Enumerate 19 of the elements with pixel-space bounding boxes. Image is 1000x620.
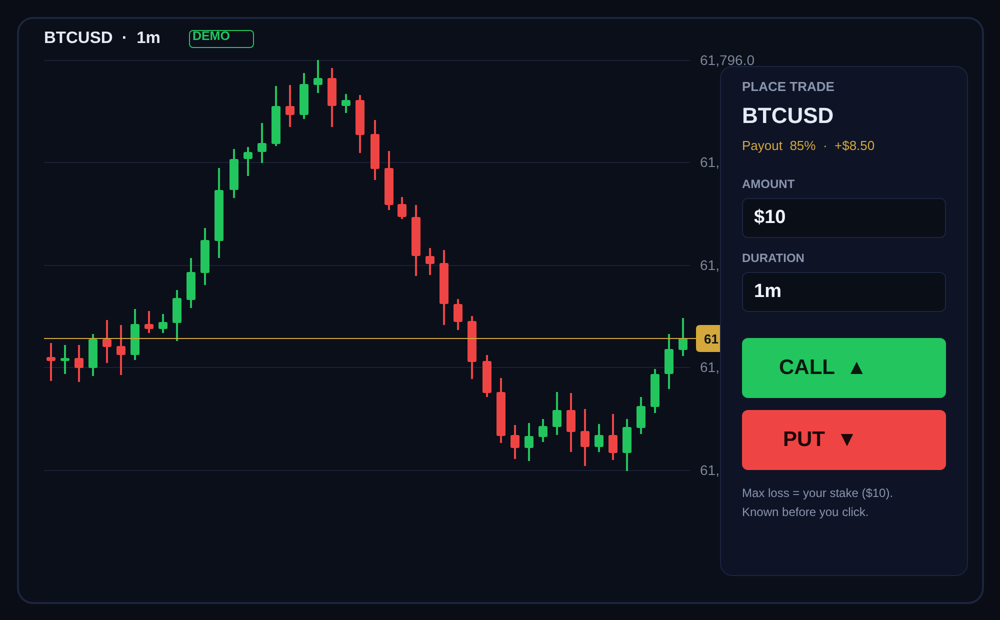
axis-label: 61,796.0 <box>700 52 754 68</box>
axis-label: 61, <box>700 154 720 170</box>
input-field[interactable]: 1m <box>742 272 946 312</box>
current-price-tag: 61 <box>696 325 720 352</box>
panel-heading: PLACE TRADE <box>742 79 836 95</box>
axis-label: 61, <box>700 462 720 478</box>
call-button[interactable]: CALL ▲ <box>742 338 946 398</box>
axis-label: 61, <box>700 359 720 375</box>
chart-title: BTCUSD · 1m <box>44 28 160 48</box>
axis-label: 61, <box>700 257 720 273</box>
field-label: AMOUNT <box>742 177 796 191</box>
field-label: DURATION <box>742 251 806 265</box>
demo-badge: DEMO <box>189 30 254 48</box>
note-text: Known before you click. <box>742 504 870 521</box>
payout-text: Payout 85% · +$8.50 <box>742 138 876 154</box>
symbol-title: BTCUSD <box>742 104 835 128</box>
input-field[interactable]: $10 <box>742 198 946 238</box>
note-text: Max loss = your stake ($10). <box>742 485 894 502</box>
put-button[interactable]: PUT ▼ <box>742 410 946 470</box>
